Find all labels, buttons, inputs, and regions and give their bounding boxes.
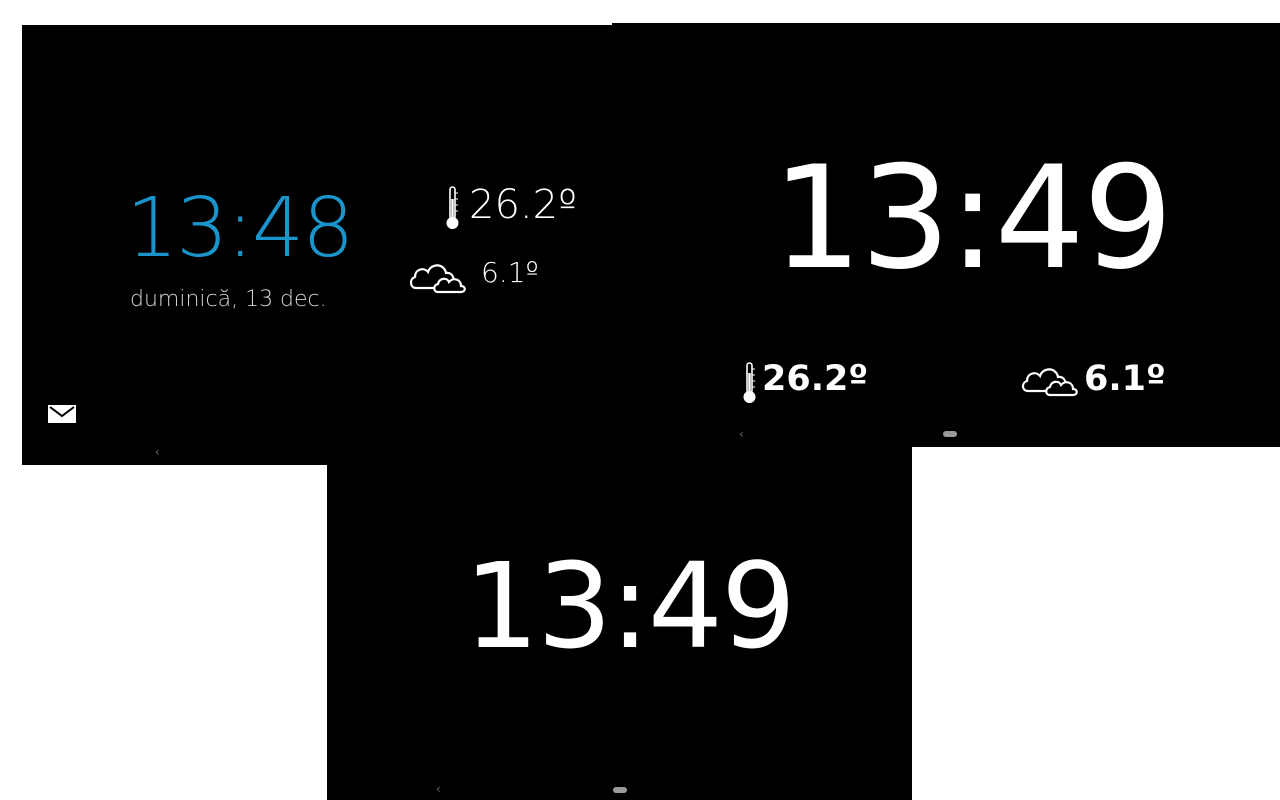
indoor-temperature: 26.2º — [469, 182, 577, 228]
clock-date: duminică, 13 dec. — [130, 287, 327, 312]
nav-back-button[interactable]: ‹ — [436, 783, 441, 795]
nav-back-button[interactable]: ‹ — [155, 446, 160, 458]
outdoor-temperature: 6.1º — [481, 256, 539, 289]
cloud-icon — [1021, 368, 1078, 397]
nav-home-button[interactable] — [613, 787, 627, 793]
nav-home-button[interactable] — [943, 431, 957, 437]
thermometer-icon — [446, 186, 459, 229]
outdoor-temperature: 6.1º — [1084, 359, 1166, 399]
thermometer-icon — [743, 362, 756, 403]
clock-time: 13:49 — [772, 136, 1173, 301]
screen-daydream-clock-3: 13:49 ‹ — [327, 447, 912, 800]
mail-icon[interactable] — [48, 405, 76, 423]
indoor-temperature: 26.2º — [762, 359, 869, 399]
screen-daydream-clock-1: 13:48 duminică, 13 dec. 26.2º 6.1º ‹ — [22, 25, 614, 465]
clock-time: 13:49 — [464, 537, 796, 675]
clock-time: 13:48 — [126, 181, 354, 276]
screen-daydream-clock-2: 13:49 26.2º 6.1º ‹ — [612, 23, 1280, 447]
cloud-icon — [409, 264, 466, 294]
nav-back-button[interactable]: ‹ — [739, 428, 744, 440]
